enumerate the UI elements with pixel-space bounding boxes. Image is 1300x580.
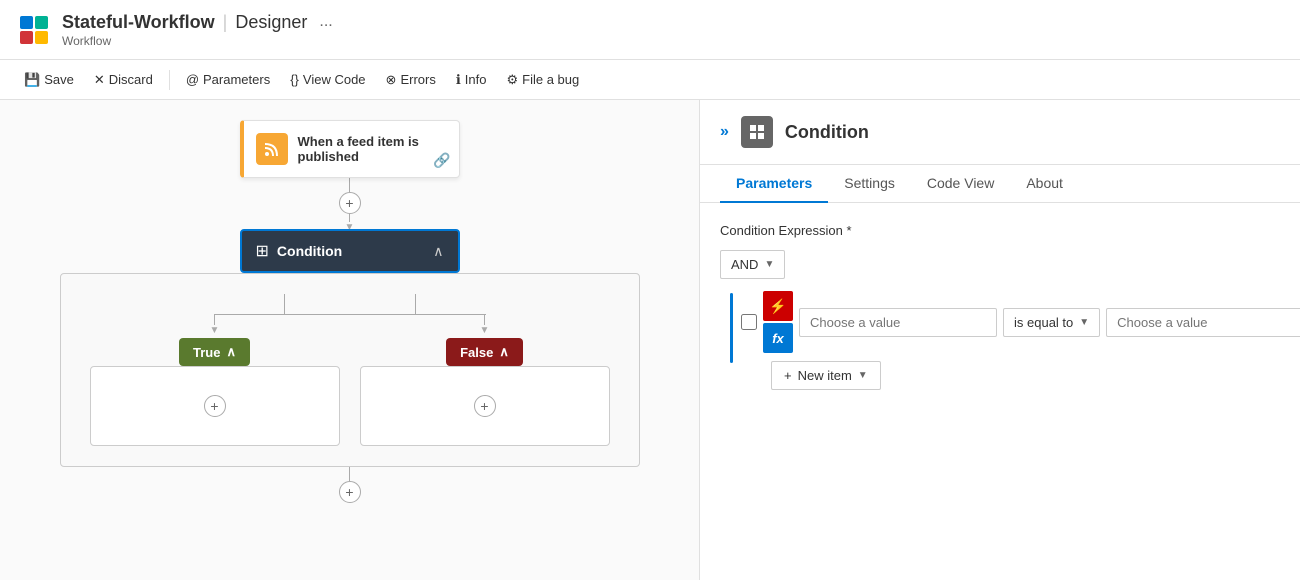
tab-code-view[interactable]: Code View [911,165,1010,203]
blue-bar [730,293,733,363]
condition-label: Condition [277,243,342,259]
dynamic-buttons: ⚡ fx [763,291,793,353]
info-icon: ℹ [456,72,461,88]
info-button[interactable]: ℹ Info [448,68,495,92]
true-branch-box: + [90,366,340,446]
parameters-button[interactable]: @ Parameters [178,68,278,91]
errors-button[interactable]: ⊗ Errors [378,68,444,92]
and-row: AND ▼ [720,250,1300,279]
toolbar: 💾 Save ✕ Discard @ Parameters {} View Co… [0,60,1300,100]
panel-tabs: Parameters Settings Code View About [700,165,1300,203]
condition-left: ⊞ Condition [256,241,343,261]
lightning-button[interactable]: ⚡ [763,291,793,321]
condition-expression-area: ⚡ fx is equal to ▼ ··· [730,291,1300,390]
connector-2: + [339,467,361,503]
panel-node-icon [741,116,773,148]
condition-row: ⚡ fx is equal to ▼ ··· [741,291,1300,353]
designer-label: Designer [235,12,307,33]
new-item-button[interactable]: + New item ▼ [771,361,881,390]
choose-value-input-1[interactable] [799,308,997,337]
condition-icon: ⊞ [256,241,269,261]
discard-button[interactable]: ✕ Discard [86,68,161,92]
true-branch-add-button[interactable]: + [204,395,226,417]
plus-icon: + [784,368,792,383]
right-panel: » Condition Parameters Settings Code Vie… [700,100,1300,580]
false-branch-header[interactable]: False ∧ [446,338,523,366]
condition-checkbox[interactable] [741,314,757,330]
false-branch-add-button[interactable]: + [474,395,496,417]
file-bug-button[interactable]: ⚙ File a bug [498,68,587,92]
condition-node[interactable]: ⊞ Condition ∧ [240,229,460,273]
true-branch-header[interactable]: True ∧ [179,338,250,366]
more-button[interactable]: ... [319,13,332,31]
add-step-button-1[interactable]: + [339,192,361,214]
save-icon: 💾 [24,72,40,88]
trigger-node[interactable]: When a feed item is published 🔗 [240,120,460,178]
panel-collapse-button[interactable]: » [720,123,729,141]
choose-value-input-2[interactable] [1106,308,1300,337]
false-branch-box: + [360,366,610,446]
new-item-dropdown-arrow: ▼ [858,370,868,381]
header-divider: | [223,12,228,33]
trigger-label: When a feed item is published [298,134,447,164]
trigger-link-icon: 🔗 [433,152,450,169]
tab-settings[interactable]: Settings [828,165,911,203]
panel-content: Condition Expression * AND ▼ [700,203,1300,580]
feed-icon [256,133,288,165]
add-step-button-2[interactable]: + [339,481,361,503]
tab-about[interactable]: About [1010,165,1079,203]
new-item-row: + New item ▼ [771,361,1300,390]
tab-parameters[interactable]: Parameters [720,165,828,203]
workflow-label: Workflow [62,34,333,48]
save-button[interactable]: 💾 Save [16,68,82,92]
errors-icon: ⊗ [386,72,397,88]
operator-dropdown-arrow: ▼ [1079,317,1089,328]
panel-title: Condition [785,122,869,143]
true-expand-icon: ∧ [226,344,236,360]
condition-body: ▼ True ∧ + ▼ False [60,273,640,467]
condition-collapse-icon: ∧ [433,243,443,260]
condition-expression-label: Condition Expression * [720,223,1300,238]
discard-icon: ✕ [94,72,105,88]
connector-1: + ▼ [339,178,361,229]
fx-button[interactable]: fx [763,323,793,353]
workflow-canvas: When a feed item is published 🔗 + ▼ ⊞ Co… [0,100,700,580]
condition-inputs: ⚡ fx is equal to ▼ ··· [741,291,1300,390]
and-select[interactable]: AND ▼ [720,250,785,279]
false-expand-icon: ∧ [499,344,509,360]
and-dropdown-arrow: ▼ [764,259,774,270]
header: Stateful-Workflow | Designer ... Workflo… [0,0,1300,60]
true-branch: ▼ True ∧ + [90,315,340,446]
main-layout: When a feed item is published 🔗 + ▼ ⊞ Co… [0,100,1300,580]
view-code-icon: {} [290,72,299,87]
panel-header: » Condition [700,100,1300,165]
workflow-area: When a feed item is published 🔗 + ▼ ⊞ Co… [60,120,640,503]
false-branch: ▼ False ∧ + [360,315,610,446]
app-title: Stateful-Workflow [62,12,215,33]
parameters-icon: @ [186,72,199,87]
app-logo [16,12,52,48]
branches: ▼ True ∧ + ▼ False [81,315,619,446]
operator-select[interactable]: is equal to ▼ [1003,308,1100,337]
bug-icon: ⚙ [506,72,518,88]
view-code-button[interactable]: {} View Code [282,68,373,91]
